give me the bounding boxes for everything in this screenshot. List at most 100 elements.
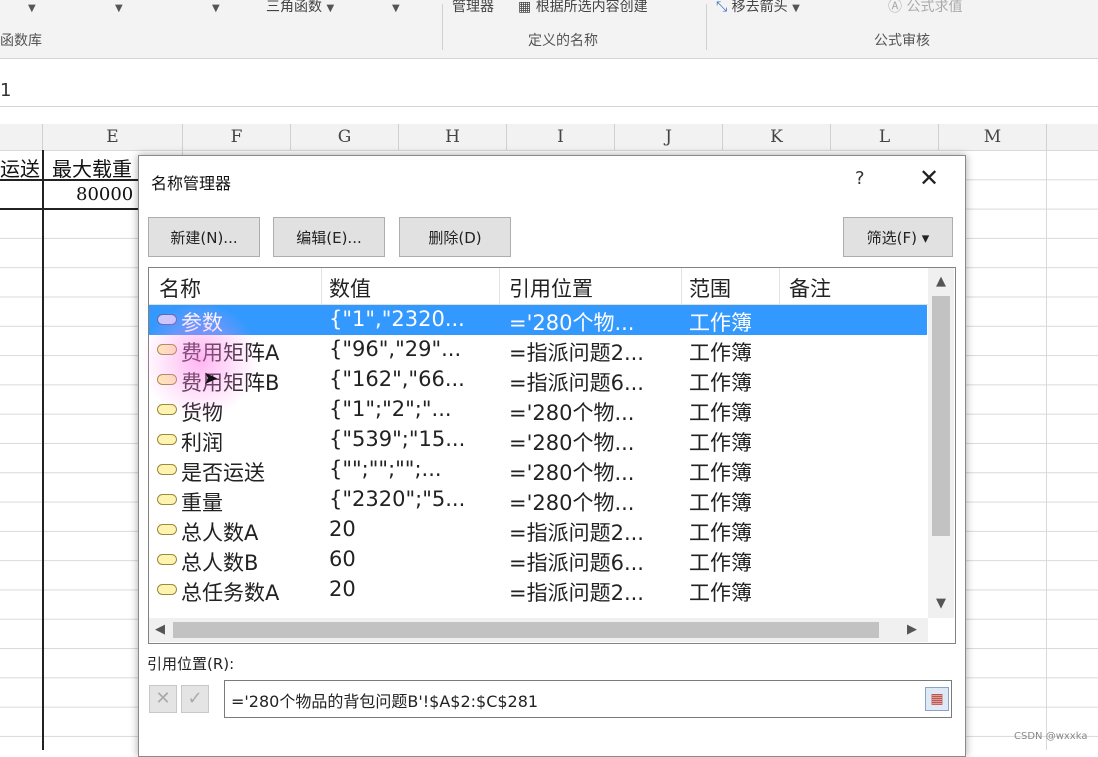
- formula-bar[interactable]: [0, 59, 1098, 123]
- row-name: 总任务数A: [181, 581, 280, 605]
- header-separator[interactable]: [779, 268, 780, 304]
- name-tag-icon: [157, 434, 177, 445]
- name-list-row[interactable]: 费用矩阵A {"96","29"... =指派问题2... 工作簿: [149, 335, 927, 365]
- formula-bar-content[interactable]: 1: [0, 80, 11, 101]
- filter-button[interactable]: 筛选(F) ▾: [843, 217, 953, 257]
- arrows-icon: ⤡: [716, 0, 728, 15]
- close-icon[interactable]: ✕: [919, 164, 939, 192]
- scroll-down-icon[interactable]: ▼: [936, 596, 946, 611]
- column-header-h[interactable]: H: [399, 124, 507, 150]
- ribbon-caret-icon[interactable]: ▼: [392, 0, 400, 18]
- cancel-edit-icon[interactable]: ✕: [149, 685, 177, 713]
- header-separator[interactable]: [499, 268, 500, 304]
- header-scope[interactable]: 范围: [689, 273, 731, 303]
- cell-border-line: [42, 150, 44, 750]
- row-name: 总人数B: [181, 551, 259, 575]
- names-list[interactable]: 名称 数值 引用位置 范围 备注 参数 {"1","2320... ='280个物.…: [148, 267, 956, 644]
- edit-button[interactable]: 编辑(E)...: [273, 217, 385, 257]
- new-button[interactable]: 新建(N)...: [148, 217, 260, 257]
- vertical-scrollbar[interactable]: ▲ ▼: [928, 268, 954, 618]
- row-refers-to: =指派问题2...: [509, 341, 644, 365]
- column-header-l[interactable]: L: [831, 124, 939, 150]
- scroll-right-icon[interactable]: ▶: [907, 622, 917, 637]
- row-scope: 工作簿: [689, 311, 752, 335]
- header-name[interactable]: 名称: [159, 273, 201, 303]
- column-header-m[interactable]: M: [939, 124, 1047, 150]
- scroll-thumb[interactable]: [932, 296, 950, 536]
- confirm-edit-icon[interactable]: ✓: [181, 685, 209, 713]
- row-value: 20: [329, 517, 356, 541]
- name-list-row[interactable]: 重量 {"2320";"5... ='280个物... 工作簿: [149, 485, 927, 515]
- refers-to-input[interactable]: ='280个物品的背包问题B'!$A$2:$C$281 ▦: [224, 680, 952, 718]
- row-value: {"";"";"";...: [329, 457, 442, 481]
- row-scope: 工作簿: [689, 581, 752, 605]
- formula-bar-divider: [0, 106, 1098, 107]
- name-tag-icon: [157, 464, 177, 475]
- row-refers-to: =指派问题2...: [509, 521, 644, 545]
- name-list-row[interactable]: 是否运送 {"";"";"";... ='280个物... 工作簿: [149, 455, 927, 485]
- row-refers-to: =指派问题2...: [509, 581, 644, 605]
- name-list-row[interactable]: 货物 {"1";"2";"... ='280个物... 工作簿: [149, 395, 927, 425]
- row-name: 货物: [181, 401, 223, 425]
- header-comment[interactable]: 备注: [789, 273, 831, 303]
- row-name: 利润: [181, 431, 223, 455]
- column-header-k[interactable]: K: [723, 124, 831, 150]
- row-refers-to: ='280个物...: [509, 461, 635, 485]
- row-value: {"539";"15...: [329, 427, 466, 451]
- list-header: 名称 数值 引用位置 范围 备注: [149, 268, 939, 305]
- header-value[interactable]: 数值: [329, 273, 371, 303]
- name-list-row[interactable]: 总任务数A 20 =指派问题2... 工作簿: [149, 575, 927, 605]
- ribbon-caret-icon[interactable]: ▼: [115, 0, 123, 18]
- name-list-row[interactable]: 总人数B 60 =指派问题6... 工作簿: [149, 545, 927, 575]
- refers-to-label: 引用位置(R):: [147, 655, 235, 673]
- horizontal-scrollbar[interactable]: ◀ ▶: [149, 618, 928, 642]
- column-header-e[interactable]: E: [43, 124, 183, 150]
- name-tag-icon: [157, 554, 177, 565]
- column-header-i[interactable]: I: [507, 124, 615, 150]
- row-value: 20: [329, 577, 356, 601]
- delete-button[interactable]: 删除(D): [399, 217, 511, 257]
- cell-d1[interactable]: 运送: [0, 153, 40, 182]
- name-manager-dialog: 名称管理器 ? ✕ 新建(N)... 编辑(E)... 删除(D) 筛选(F) …: [138, 155, 966, 757]
- header-separator[interactable]: [681, 268, 682, 304]
- evaluate-formula-button[interactable]: Ⓐ 公式求值: [888, 0, 962, 18]
- scroll-up-icon[interactable]: ▲: [936, 274, 946, 289]
- scroll-left-icon[interactable]: ◀: [155, 622, 165, 637]
- cell-e1[interactable]: 最大载重: [52, 153, 132, 182]
- name-list-row[interactable]: 费用矩阵B {"162","66... =指派问题6... 工作簿: [149, 365, 927, 395]
- row-refers-to: =指派问题6...: [509, 371, 644, 395]
- row-refers-to: =指派问题6...: [509, 551, 644, 575]
- create-from-selection-button[interactable]: ▦ 根据所选内容创建: [518, 0, 648, 18]
- name-tag-icon: [157, 524, 177, 535]
- help-button[interactable]: ?: [855, 168, 865, 189]
- row-scope: 工作簿: [689, 341, 752, 365]
- row-value: 60: [329, 547, 356, 571]
- row-value: {"1","2320...: [329, 307, 465, 331]
- ribbon: ▼ ▼ ▼ 三角函数 ▼ ▼ 管理器 ▦ 根据所选内容创建 ⤡ 移去箭头 ▼ Ⓐ…: [0, 0, 1098, 59]
- range-select-icon[interactable]: ▦: [925, 687, 949, 711]
- row-refers-to: ='280个物...: [509, 491, 635, 515]
- trig-functions-button[interactable]: 三角函数 ▼: [266, 0, 334, 18]
- column-header-f[interactable]: F: [183, 124, 291, 150]
- watermark: CSDN @wxxka: [1014, 731, 1088, 742]
- name-list-row[interactable]: 利润 {"539";"15... ='280个物... 工作簿: [149, 425, 927, 455]
- remove-arrows-button[interactable]: ⤡ 移去箭头 ▼: [716, 0, 800, 18]
- header-refers-to[interactable]: 引用位置: [509, 273, 593, 303]
- row-refers-to: ='280个物...: [509, 311, 635, 335]
- header-separator[interactable]: [321, 268, 322, 304]
- column-header-g[interactable]: G: [291, 124, 399, 150]
- refers-to-value[interactable]: ='280个物品的背包问题B'!$A$2:$C$281: [231, 688, 538, 712]
- column-header-d[interactable]: [0, 124, 43, 150]
- scroll-thumb[interactable]: [173, 622, 879, 638]
- row-value: {"96","29"...: [329, 337, 462, 361]
- name-list-row[interactable]: 总人数A 20 =指派问题2... 工作簿: [149, 515, 927, 545]
- cell-e2[interactable]: 80000: [76, 184, 133, 205]
- row-scope: 工作簿: [689, 461, 752, 485]
- name-manager-ribbon-button[interactable]: 管理器: [452, 0, 494, 18]
- name-tag-icon: [157, 374, 177, 385]
- name-list-row[interactable]: 参数 {"1","2320... ='280个物... 工作簿: [149, 305, 927, 335]
- ribbon-caret-icon[interactable]: ▼: [212, 0, 220, 18]
- column-header-j[interactable]: J: [615, 124, 723, 150]
- ribbon-caret-icon[interactable]: ▼: [28, 0, 36, 18]
- mouse-cursor-icon: ➤: [203, 368, 219, 389]
